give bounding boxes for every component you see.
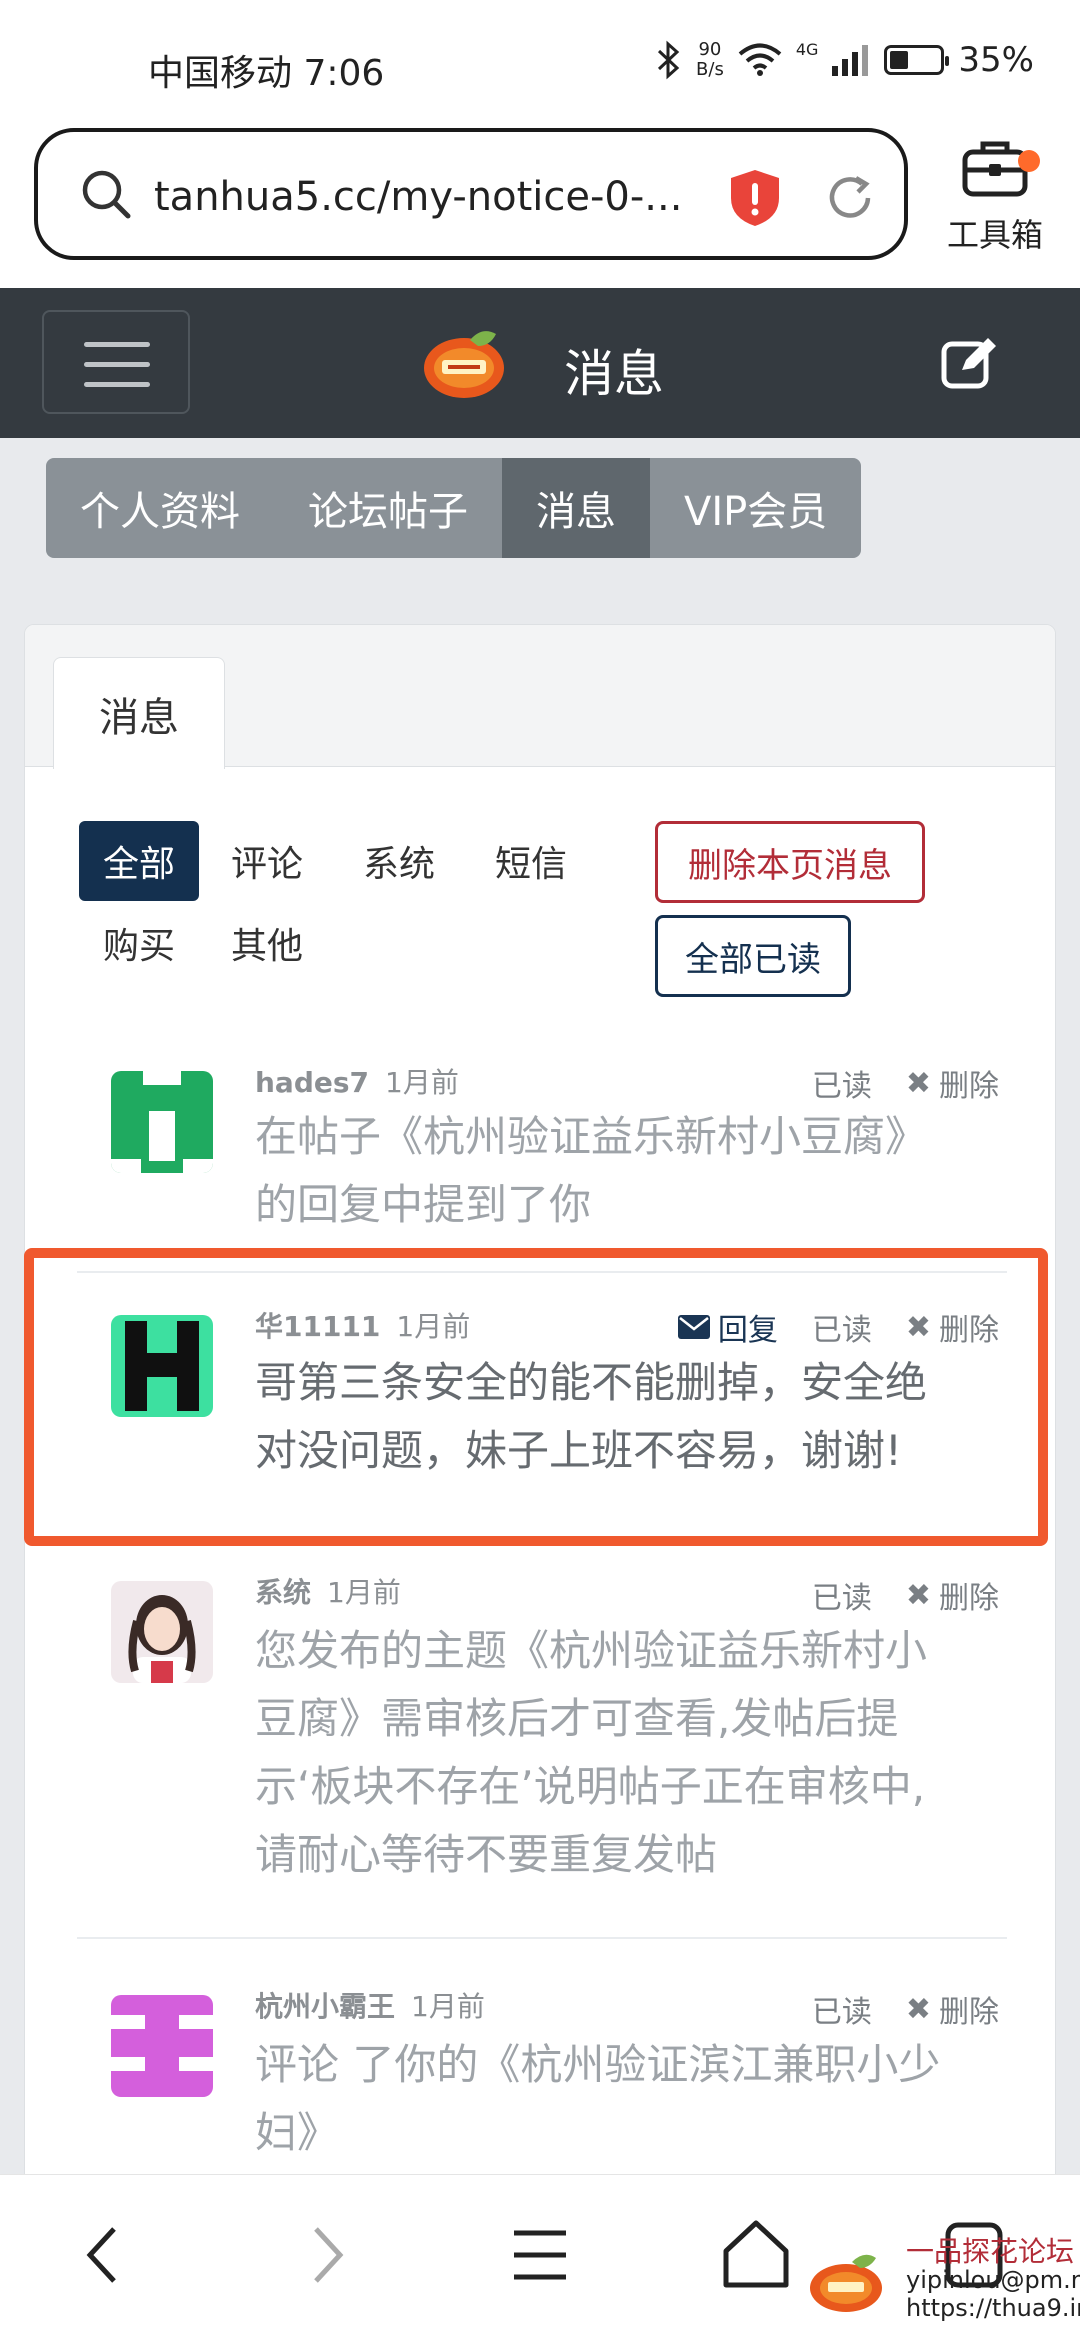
filter-comment[interactable]: 评论: [217, 821, 317, 901]
message-user[interactable]: hades7: [255, 1066, 369, 1099]
mark-read-button[interactable]: 已读: [812, 1061, 872, 1105]
signal-tag: 4G: [795, 40, 819, 59]
filter-system[interactable]: 系统: [349, 821, 449, 901]
delete-label: 删除: [939, 1995, 999, 2030]
delete-button[interactable]: ✖ 删除: [906, 1987, 999, 2031]
menu-bar-icon: [84, 362, 150, 367]
tab-messages[interactable]: 消息: [53, 657, 225, 769]
message-actions: 已读 ✖ 删除: [812, 1573, 999, 1617]
message-text[interactable]: 在帖子《杭州验证益乐新村小豆腐》 的回复中提到了你: [255, 1103, 1015, 1239]
notification-dot: [1018, 150, 1040, 172]
status-bar: 中国移动 7:06 90 B/s 4G 35%: [0, 0, 1080, 130]
mark-all-read-button[interactable]: 全部已读: [655, 915, 851, 997]
message-time: 1月前: [327, 1576, 401, 1609]
watermark: 一品探花论坛 yipinlou@pm.me https://thua9.info: [806, 2232, 1080, 2336]
nav-forum-posts[interactable]: 论坛帖子: [274, 458, 502, 558]
filter-sms[interactable]: 短信: [481, 821, 581, 901]
nav-messages[interactable]: 消息: [502, 458, 650, 558]
delete-label: 删除: [939, 1069, 999, 1104]
address-bar[interactable]: tanhua5.cc/my-notice-0-...: [34, 128, 908, 260]
user-avatar[interactable]: [111, 1071, 213, 1173]
mark-read-button[interactable]: 已读: [812, 1987, 872, 2031]
back-icon[interactable]: [66, 2215, 146, 2295]
user-avatar[interactable]: [111, 1995, 213, 2097]
forward-icon[interactable]: [284, 2215, 364, 2295]
delete-page-messages-button[interactable]: 删除本页消息: [655, 821, 925, 903]
reload-icon[interactable]: [822, 170, 878, 226]
user-avatar[interactable]: [111, 1581, 213, 1683]
hamburger-menu-button[interactable]: [42, 310, 190, 414]
message-item: hades7 1月前 已读 ✖ 删除 在帖子《杭州验证益乐新村小豆腐》 的回复中提到了…: [75, 1041, 1035, 1261]
browser-toolbar: tanhua5.cc/my-notice-0-... 工具箱: [0, 118, 1080, 288]
url-text[interactable]: tanhua5.cc/my-notice-0-...: [154, 174, 734, 220]
shield-warning-icon[interactable]: [728, 168, 782, 228]
signal-icon: [832, 45, 869, 76]
toolbox-label: 工具箱: [946, 216, 1043, 254]
message-user[interactable]: 系统: [255, 1576, 311, 1609]
bluetooth-icon: [658, 40, 680, 80]
profile-nav: 个人资料 论坛帖子 消息 VIP会员: [46, 458, 862, 558]
edit-icon[interactable]: [940, 334, 1000, 390]
highlight-box: [24, 1248, 1048, 1546]
message-text[interactable]: 您发布的主题《杭州验证益乐新村小 豆腐》需审核后才可查看,发帖后提 示‘板块不存在’…: [255, 1617, 1015, 1889]
message-user[interactable]: 杭州小霸王: [255, 1990, 395, 2023]
divider: [77, 1937, 1007, 1939]
message-time: 1月前: [385, 1066, 459, 1099]
close-icon: ✖: [905, 1577, 931, 1613]
filter-all[interactable]: 全部: [79, 821, 199, 901]
toolbox-button[interactable]: 工具箱: [930, 136, 1060, 276]
watermark-text: 一品探花论坛 yipinlou@pm.me https://thua9.info: [906, 2235, 1080, 2323]
site-header: 消息: [0, 288, 1080, 438]
message-meta: hades7 1月前: [255, 1061, 459, 1101]
status-icons: 90 B/s 4G 35%: [656, 40, 1034, 80]
message-actions: 已读 ✖ 删除: [812, 1061, 999, 1105]
message-time: 1月前: [411, 1990, 485, 2023]
close-icon: ✖: [905, 1065, 931, 1101]
battery-percent: 35%: [958, 40, 1034, 80]
card-header: 消息: [25, 625, 1055, 769]
close-icon: ✖: [905, 1991, 931, 2027]
watermark-logo: [810, 2254, 882, 2312]
search-icon: [82, 170, 131, 219]
delete-label: 删除: [939, 1581, 999, 1616]
mark-read-button[interactable]: 已读: [812, 1573, 872, 1617]
battery-icon: [884, 45, 950, 75]
menu-bar-icon: [84, 382, 150, 387]
nav-vip[interactable]: VIP会员: [650, 458, 861, 558]
net-speed: 90 B/s: [696, 39, 724, 80]
message-meta: 系统 1月前: [255, 1571, 401, 1611]
page-title: 消息: [564, 345, 664, 403]
message-meta: 杭州小霸王 1月前: [255, 1985, 485, 2025]
filter-buy[interactable]: 购买: [79, 903, 199, 983]
filter-other[interactable]: 其他: [217, 903, 317, 983]
delete-button[interactable]: ✖ 删除: [906, 1061, 999, 1105]
menu-icon[interactable]: [500, 2215, 580, 2295]
message-item: 系统 1月前 已读 ✖ 删除 您发布的主题《杭州验证益乐新村小 豆腐》需审核后才可查看…: [75, 1561, 1035, 1901]
home-icon[interactable]: [716, 2215, 796, 2295]
message-actions: 已读 ✖ 删除: [812, 1987, 999, 2031]
message-text[interactable]: 评论 了你的《杭州验证滨江兼职小少 妇》: [255, 2031, 1015, 2167]
message-item: 杭州小霸王 1月前 已读 ✖ 删除 评论 了你的《杭州验证滨江兼职小少 妇》: [75, 1943, 1035, 2183]
wifi-icon: [738, 43, 782, 76]
site-logo[interactable]: [420, 322, 508, 402]
nav-profile[interactable]: 个人资料: [46, 458, 274, 558]
delete-button[interactable]: ✖ 删除: [906, 1573, 999, 1617]
menu-bar-icon: [84, 342, 150, 347]
carrier-time: 中国移动 7:06: [148, 53, 385, 94]
